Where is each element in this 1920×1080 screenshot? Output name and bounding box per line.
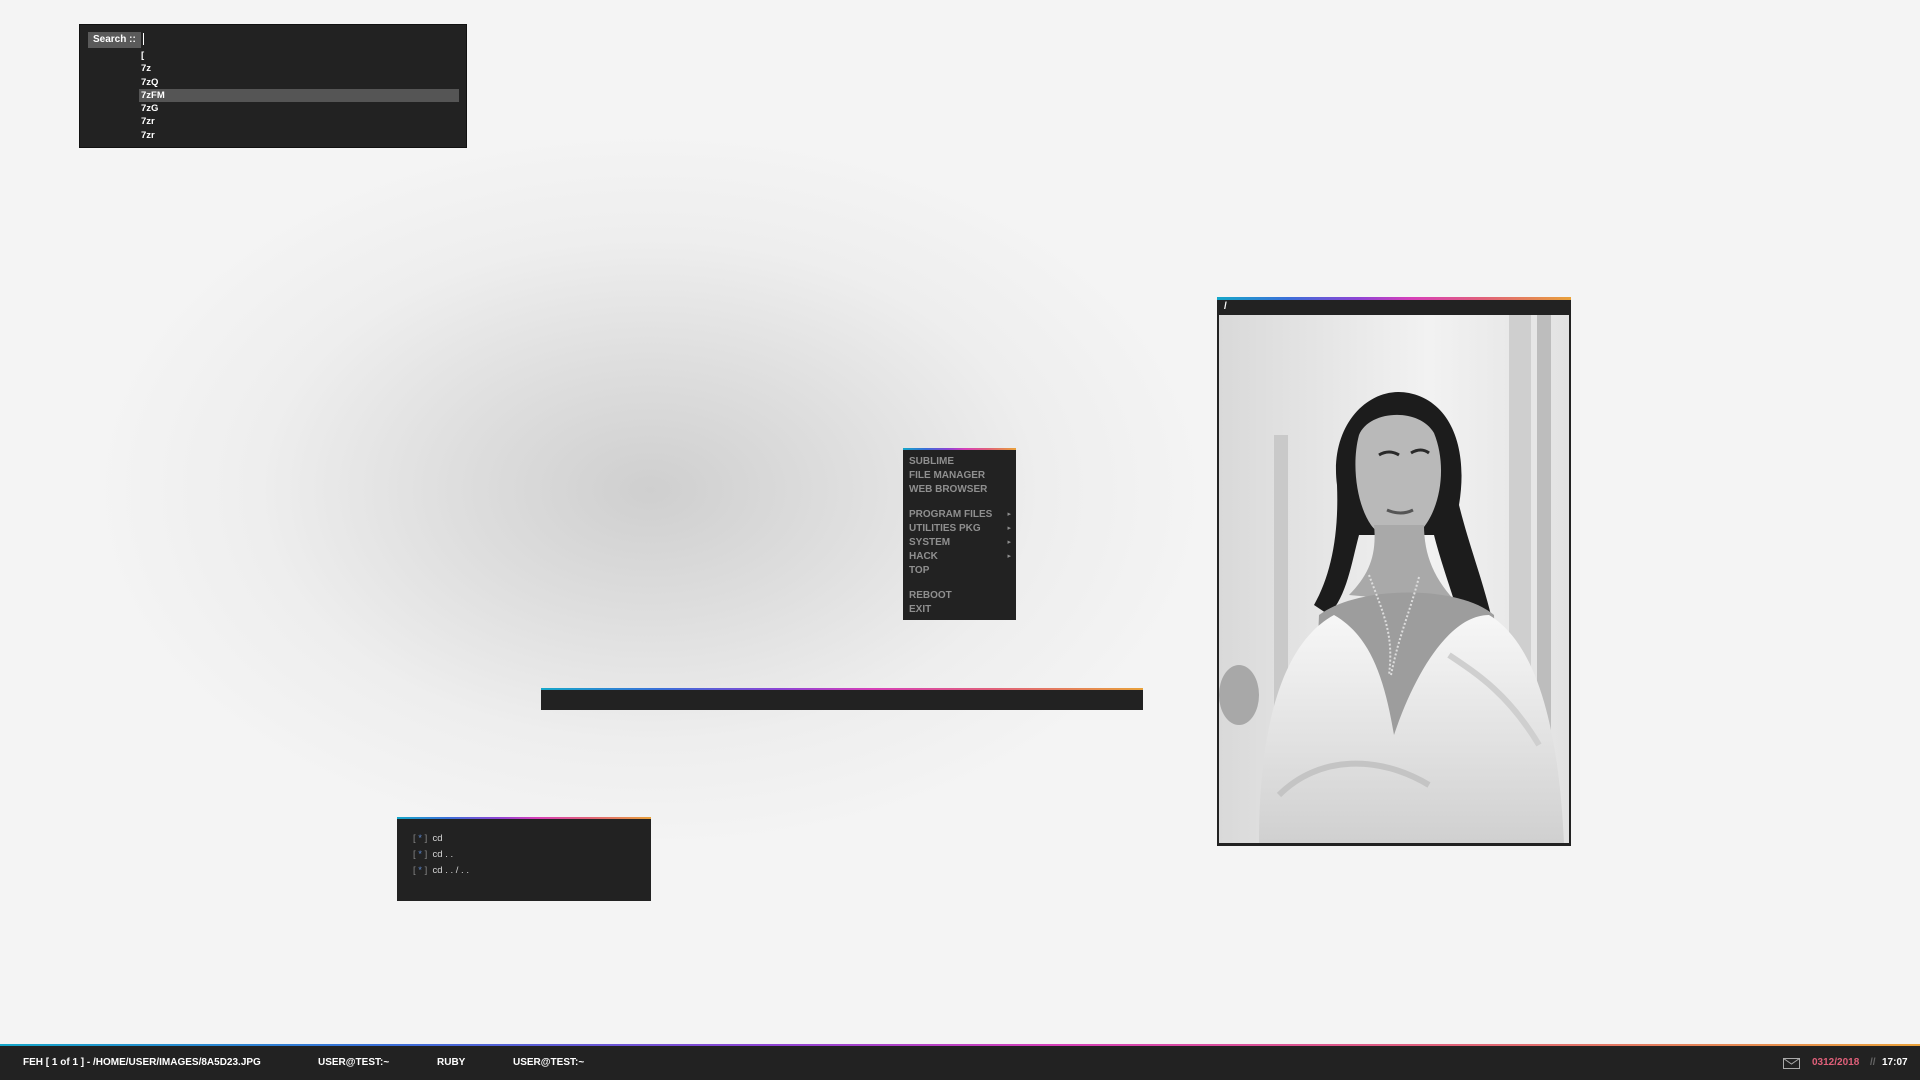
search-results-list: [7z 7zQ 7zFM 7zG 7zr 7zr [139, 49, 459, 142]
history-row[interactable]: [ * ] cd . . [413, 847, 651, 863]
history-list: [ * ] cd[ * ] cd . .[ * ] cd . . / . . [397, 819, 651, 879]
menu-item-label: UTILITIES PKG [909, 523, 981, 534]
menu-item-list: SUBLIME FILE MANAGER WEB BROWSER PROGRAM FI… [903, 450, 1016, 617]
search-result-item[interactable]: 7z [139, 62, 459, 75]
history-command: cd . . [432, 849, 454, 860]
window-title: / [1224, 301, 1227, 312]
taskbar-item-terminal-2[interactable]: USER@TEST:~ [513, 1057, 584, 1069]
search-result-item[interactable]: 7zr [139, 129, 459, 142]
submenu-arrow-icon: ▸ [1007, 511, 1011, 518]
photo-portrait-icon [1219, 315, 1569, 843]
menu-separator [903, 497, 1016, 508]
history-row[interactable]: [ * ] cd [413, 831, 651, 847]
menu-item-label: SUBLIME [909, 456, 954, 467]
search-result-item[interactable]: 7zG [139, 102, 459, 115]
text-cursor [143, 33, 144, 45]
menu-item-label: PROGRAM FILES [909, 509, 993, 520]
menu-item-sublime[interactable]: SUBLIME [903, 455, 1016, 469]
directory-history-window: [ * ] cd[ * ] cd . .[ * ] cd . . / . . [397, 817, 651, 901]
menu-item-top[interactable]: TOP [903, 564, 1016, 578]
search-result-item[interactable]: 7zQ [139, 76, 459, 89]
input-bar-window[interactable] [541, 688, 1143, 710]
menu-item-system[interactable]: SYSTEM ▸ [903, 536, 1016, 550]
menu-item-label: WEB BROWSER [909, 484, 988, 495]
search-result-item[interactable]: 7zr [139, 115, 459, 128]
submenu-arrow-icon: ▸ [1007, 525, 1011, 532]
menu-item-label: SYSTEM [909, 537, 951, 548]
search-result-item[interactable]: [ [139, 49, 459, 62]
desktop-context-menu: SUBLIME FILE MANAGER WEB BROWSER PROGRAM FI… [903, 448, 1016, 620]
portrait-photo [1219, 315, 1569, 843]
history-command: cd . . / . . [432, 865, 469, 876]
taskbar-item-ruby[interactable]: RUBY [437, 1057, 465, 1069]
window-accent-border [541, 688, 1143, 690]
status-date: 0312/2018 [1812, 1057, 1860, 1068]
bracket: ] [421, 849, 433, 860]
taskbar-item-terminal-1[interactable]: USER@TEST:~ [318, 1057, 389, 1069]
menu-item-label: REBOOT [909, 590, 952, 601]
menu-item-file-manager[interactable]: FILE MANAGER [903, 469, 1016, 483]
history-row[interactable]: [ * ] cd . . / . . [413, 863, 651, 879]
bracket: ] [421, 833, 433, 844]
image-viewer-window[interactable]: / [1217, 297, 1571, 846]
menu-item-label: FILE MANAGER [909, 470, 986, 481]
status-bar: FEH [ 1 of 1 ] - /HOME/USER/IMAGES/8A5D2… [0, 1044, 1920, 1080]
menu-item-web-browser[interactable]: WEB BROWSER [903, 483, 1016, 497]
history-command: cd [432, 833, 443, 844]
active-window-title[interactable]: FEH [ 1 of 1 ] - /HOME/USER/IMAGES/8A5D2… [23, 1057, 261, 1069]
status-separator: // [1870, 1057, 1876, 1068]
search-prompt: Search :: [88, 32, 141, 48]
menu-item-label: TOP [909, 565, 930, 576]
menu-item-label: EXIT [909, 604, 932, 615]
menu-separator [903, 578, 1016, 589]
menu-item-label: HACK [909, 551, 938, 562]
menu-item-utilities-pkg[interactable]: UTILITIES PKG ▸ [903, 522, 1016, 536]
submenu-arrow-icon: ▸ [1007, 539, 1011, 546]
search-result-item[interactable]: 7zFM [139, 88, 459, 103]
menu-item-program-files[interactable]: PROGRAM FILES ▸ [903, 508, 1016, 522]
envelope-icon[interactable] [1783, 1058, 1800, 1072]
status-clock: 17:07 [1882, 1057, 1908, 1068]
menu-item-exit[interactable]: EXIT [903, 603, 1016, 617]
menu-item-reboot[interactable]: REBOOT [903, 589, 1016, 603]
submenu-arrow-icon: ▸ [1007, 553, 1011, 560]
search-launcher[interactable]: Search :: [7z 7zQ 7zFM 7zG 7zr 7zr [79, 24, 467, 148]
menu-item-hack[interactable]: HACK ▸ [903, 550, 1016, 564]
bracket: ] [421, 865, 433, 876]
